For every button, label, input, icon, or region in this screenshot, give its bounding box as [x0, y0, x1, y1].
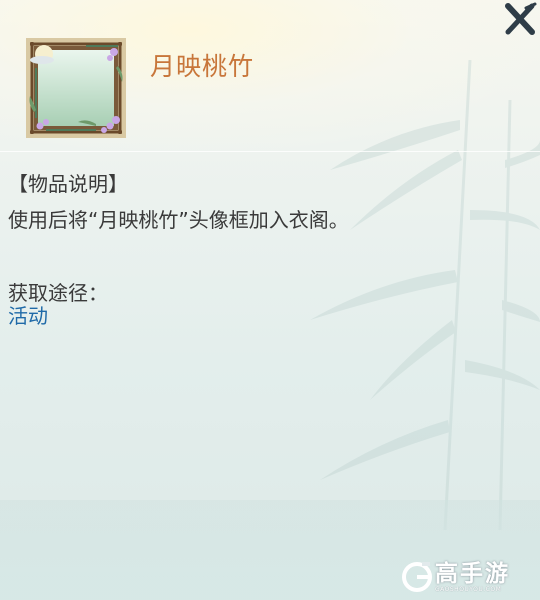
brand-url: GAOSHOUYOU.COM [435, 585, 502, 593]
bamboo-background-decoration [310, 60, 540, 530]
close-x-icon [505, 2, 537, 35]
close-button[interactable] [502, 2, 538, 36]
brand-logo-icon [402, 562, 432, 592]
avatar-frame-icon [26, 38, 126, 138]
item-description: 使用后将“月映桃竹”头像框加入衣阁。 [8, 208, 349, 232]
item-name: 月映桃竹 [150, 52, 255, 81]
description-section-header: 【物品说明】 [8, 172, 128, 196]
item-icon [26, 38, 126, 138]
watermark: 高手游 GAOSHOUYOU.COM [402, 560, 532, 594]
item-tooltip-panel: 月映桃竹 【物品说明】 使用后将“月映桃竹”头像框加入衣阁。 获取途径： 活动 … [0, 0, 540, 600]
header-divider [0, 151, 540, 152]
brand-name: 高手游 [435, 560, 510, 587]
obtain-method-link[interactable]: 活动 [8, 300, 48, 329]
